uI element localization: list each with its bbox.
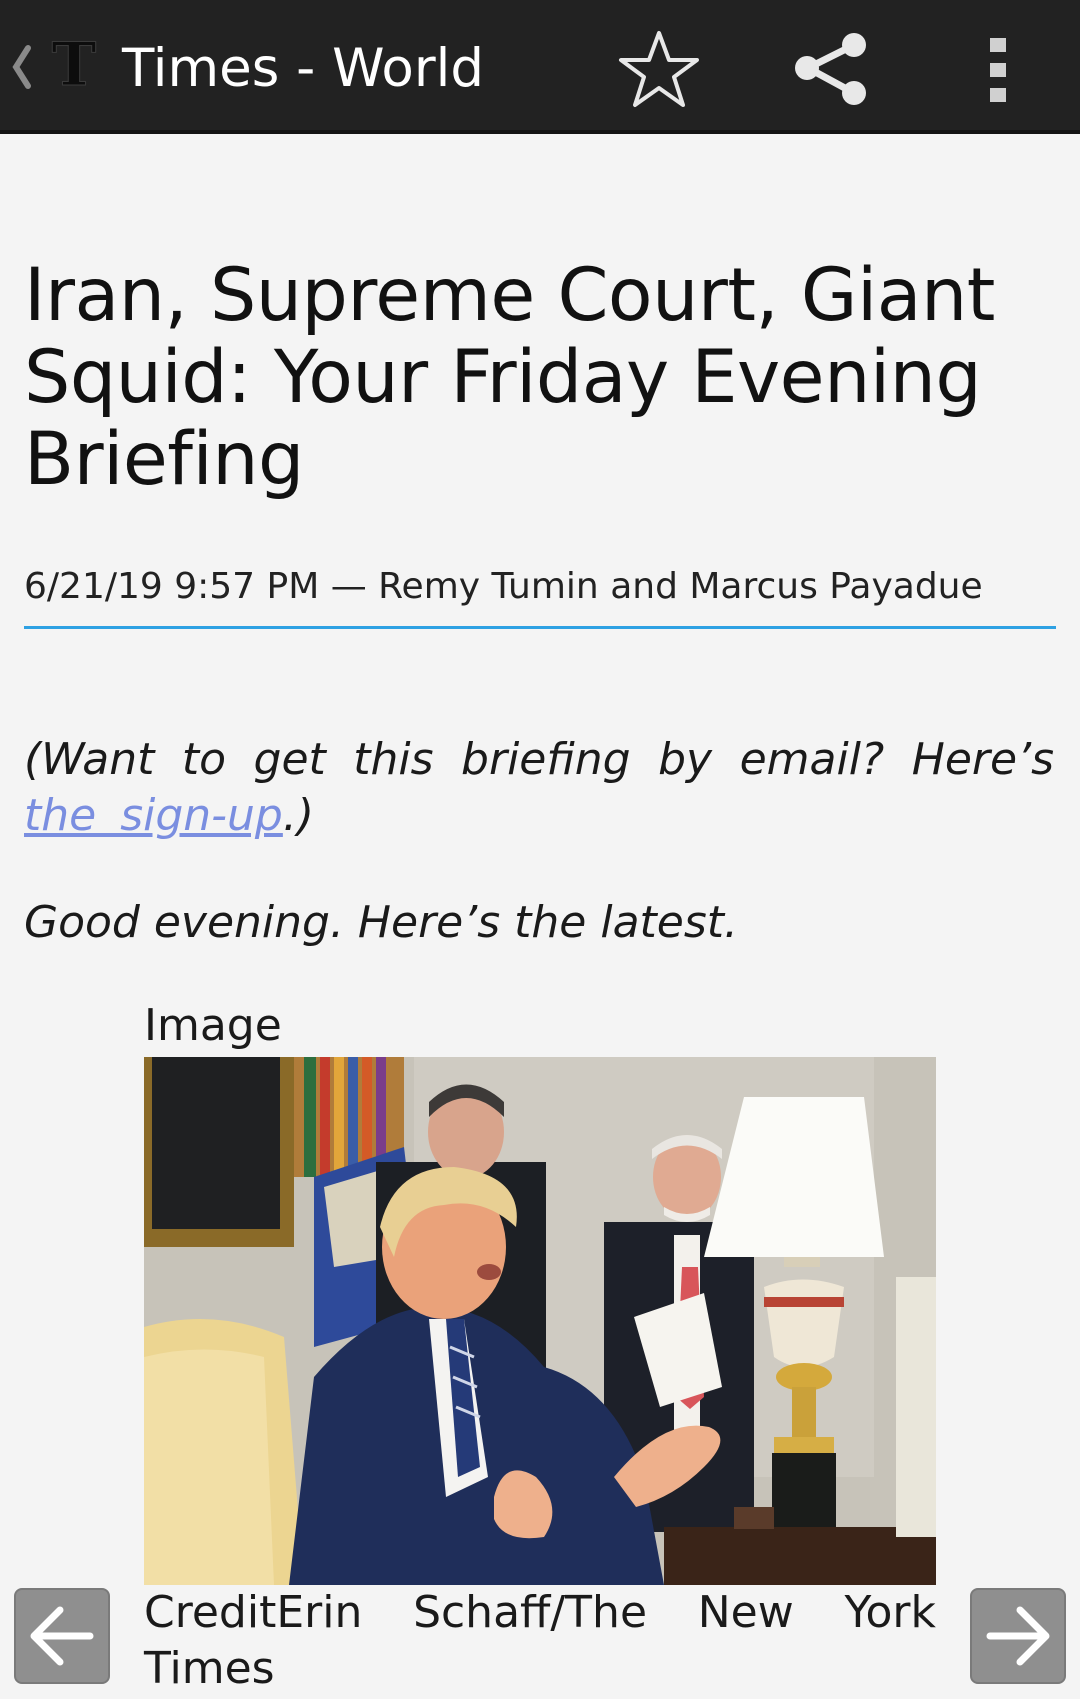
intro-suffix: .) — [282, 790, 315, 841]
app-title: Times - World — [122, 38, 485, 99]
more-vert-icon[interactable] — [970, 30, 1026, 110]
intro-paragraph: (Want to get this briefing by email? Her… — [24, 732, 1054, 844]
article-headline: Iran, Supreme Court, Giant Squid: Your F… — [24, 253, 995, 502]
star-icon[interactable] — [616, 27, 702, 113]
share-icon[interactable] — [788, 27, 874, 113]
arrow-left-icon — [30, 1606, 94, 1666]
nyt-logo-icon[interactable]: T — [44, 30, 104, 101]
arrow-right-icon — [986, 1606, 1050, 1666]
greeting-paragraph: Good evening. Here’s the latest. — [24, 897, 739, 948]
article-photo — [144, 1057, 936, 1585]
intro-text: (Want to get this briefing by email? Her… — [24, 734, 1054, 785]
image-caption: CreditErin Schaff/The New York Times — [144, 1587, 936, 1694]
back-chevron-icon[interactable] — [10, 42, 34, 92]
article-byline: 6/21/19 9:57 PM — Remy Tumin and Marcus … — [24, 566, 983, 607]
byline-divider — [24, 626, 1056, 629]
next-article-button[interactable] — [970, 1588, 1066, 1684]
app-toolbar: T Times - World — [0, 0, 1080, 134]
previous-article-button[interactable] — [14, 1588, 110, 1684]
image-label: Image — [144, 1000, 282, 1051]
signup-link[interactable]: the sign-up — [24, 790, 283, 841]
